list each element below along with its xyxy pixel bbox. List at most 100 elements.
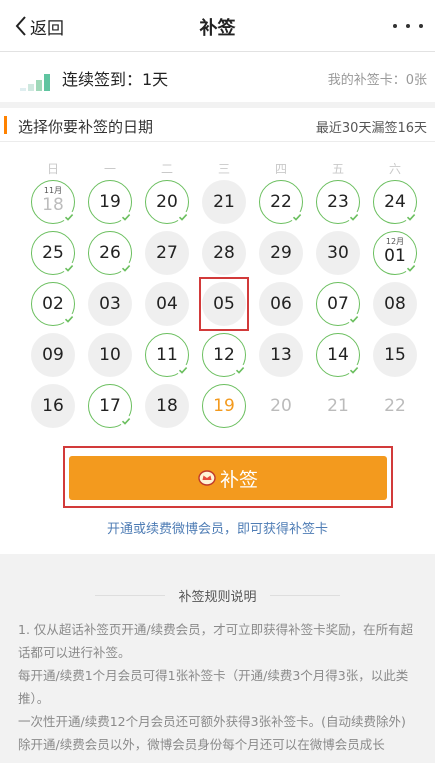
calendar-day[interactable]: 29 <box>259 231 303 275</box>
check-icon <box>348 211 360 223</box>
back-button[interactable]: 返回 <box>14 12 64 40</box>
day-number: 30 <box>327 243 349 263</box>
calendar-day[interactable]: 11 <box>145 333 189 377</box>
calendar-day[interactable]: 19 <box>202 384 246 428</box>
check-icon <box>63 262 75 274</box>
weekday-label: 三 <box>217 162 230 176</box>
calendar-day[interactable]: 13 <box>259 333 303 377</box>
day-number: 18 <box>42 195 64 215</box>
rules-line: 除开通/续费会员以外，微博会员身份每个月还可以在微博会员成长 <box>18 737 385 752</box>
day-number: 15 <box>384 345 406 365</box>
check-icon <box>348 313 360 325</box>
day-number: 17 <box>99 396 121 416</box>
day-number: 20 <box>156 192 178 212</box>
calendar-day[interactable]: 11月 18 <box>31 180 75 224</box>
day-number: 09 <box>42 345 64 365</box>
day-number: 18 <box>156 396 178 416</box>
calendar-day[interactable]: 26 <box>88 231 132 275</box>
calendar-day[interactable]: 22 <box>259 180 303 224</box>
rules-body: 1. 仅从超话补签页开通/续费会员，才可立即获得补签卡奖励，在所有超话都可以进行… <box>18 618 425 756</box>
check-icon <box>63 313 75 325</box>
more-dots-icon[interactable] <box>393 13 423 39</box>
day-number: 08 <box>384 294 406 314</box>
vip-crown-icon <box>198 470 216 486</box>
day-number: 19 <box>213 396 235 416</box>
dot <box>406 24 410 28</box>
calendar-day[interactable]: 04 <box>145 282 189 326</box>
rules-line: 1. 仅从超话补签页开通/续费会员，才可立即获得补签卡奖励，在所有超话都可以进行… <box>18 622 414 660</box>
calendar-day[interactable]: 19 <box>88 180 132 224</box>
day-number: 03 <box>99 294 121 314</box>
check-icon <box>405 211 417 223</box>
calendar-day[interactable]: 16 <box>31 384 75 428</box>
section-title: 选择你要补签的日期 <box>18 118 154 136</box>
day-number: 05 <box>213 294 235 314</box>
dot <box>419 24 423 28</box>
calendar-day: 21 <box>316 384 360 428</box>
rules-line: 每开通/续费1个月会员可得1张补签卡（开通/续费3个月得3张，以此类推）。 <box>18 668 409 706</box>
rules-section: 补签规则说明 1. 仅从超话补签页开通/续费会员，才可立即获得补签卡奖励，在所有… <box>0 562 435 763</box>
calendar-day[interactable]: 12 <box>202 333 246 377</box>
missed-days-stat: 最近30天漏签16天 <box>315 121 427 136</box>
day-number: 14 <box>327 345 349 365</box>
day-number: 01 <box>384 246 406 266</box>
weekday-label: 六 <box>388 162 401 176</box>
day-number: 13 <box>270 345 292 365</box>
calendar-day[interactable]: 15 <box>373 333 417 377</box>
calendar-day[interactable]: 06 <box>259 282 303 326</box>
day-number: 04 <box>156 294 178 314</box>
calendar-day[interactable]: 21 <box>202 180 246 224</box>
check-icon <box>291 211 303 223</box>
calendar-day[interactable]: 24 <box>373 180 417 224</box>
calendar-day[interactable]: 03 <box>88 282 132 326</box>
chevron-left-icon <box>15 16 26 36</box>
calendar-day[interactable]: 02 <box>31 282 75 326</box>
weekday-label: 日 <box>46 162 59 176</box>
makeup-card-count: 我的补签卡：0张 <box>327 73 427 88</box>
dot <box>393 24 397 28</box>
calendar-day[interactable]: 30 <box>316 231 360 275</box>
calendar-day[interactable]: 27 <box>145 231 189 275</box>
check-icon <box>177 211 189 223</box>
calendar-day[interactable]: 10 <box>88 333 132 377</box>
weekday-label: 四 <box>274 162 287 176</box>
day-number: 24 <box>384 192 406 212</box>
calendar-day[interactable]: 08 <box>373 282 417 326</box>
vip-link[interactable]: 开通或续费微博会员，即可获得补签卡 <box>0 518 435 537</box>
day-number: 10 <box>99 345 121 365</box>
calendar-day[interactable]: 09 <box>31 333 75 377</box>
check-icon <box>348 364 360 376</box>
day-number: 21 <box>327 396 349 416</box>
day-number: 25 <box>42 243 64 263</box>
calendar-day[interactable]: 14 <box>316 333 360 377</box>
divider <box>270 595 340 596</box>
day-number: 12 <box>213 345 235 365</box>
day-number: 22 <box>384 396 406 416</box>
rules-line: 一次性开通/续费12个月会员还可额外获得3张补签卡。(自动续费除外) <box>18 714 406 729</box>
calendar-day[interactable]: 18 <box>145 384 189 428</box>
calendar-day[interactable]: 20 <box>145 180 189 224</box>
streak-label: 连续签到：1天 <box>62 70 169 89</box>
nav-bar: 返回 补签 <box>0 0 435 52</box>
day-number: 26 <box>99 243 121 263</box>
month-tag: 12月 <box>385 237 405 246</box>
day-number: 22 <box>270 192 292 212</box>
calendar-day[interactable]: 17 <box>88 384 132 428</box>
day-number: 28 <box>213 243 235 263</box>
calendar-day: 22 <box>373 384 417 428</box>
calendar-day[interactable]: 23 <box>316 180 360 224</box>
check-icon <box>177 364 189 376</box>
rules-title: 补签规则说明 <box>178 590 257 605</box>
calendar-day[interactable]: 05 <box>202 282 246 326</box>
makeup-button[interactable]: 补签 <box>69 456 387 500</box>
calendar-day[interactable]: 12月 01 <box>373 231 417 275</box>
weekday-label: 五 <box>331 162 344 176</box>
calendar-day[interactable]: 28 <box>202 231 246 275</box>
day-number: 06 <box>270 294 292 314</box>
day-number: 27 <box>156 243 178 263</box>
page-title: 补签 <box>199 18 236 39</box>
calendar-day[interactable]: 25 <box>31 231 75 275</box>
day-number: 20 <box>270 396 292 416</box>
calendar-day[interactable]: 07 <box>316 282 360 326</box>
month-tag: 11月 <box>43 186 63 195</box>
